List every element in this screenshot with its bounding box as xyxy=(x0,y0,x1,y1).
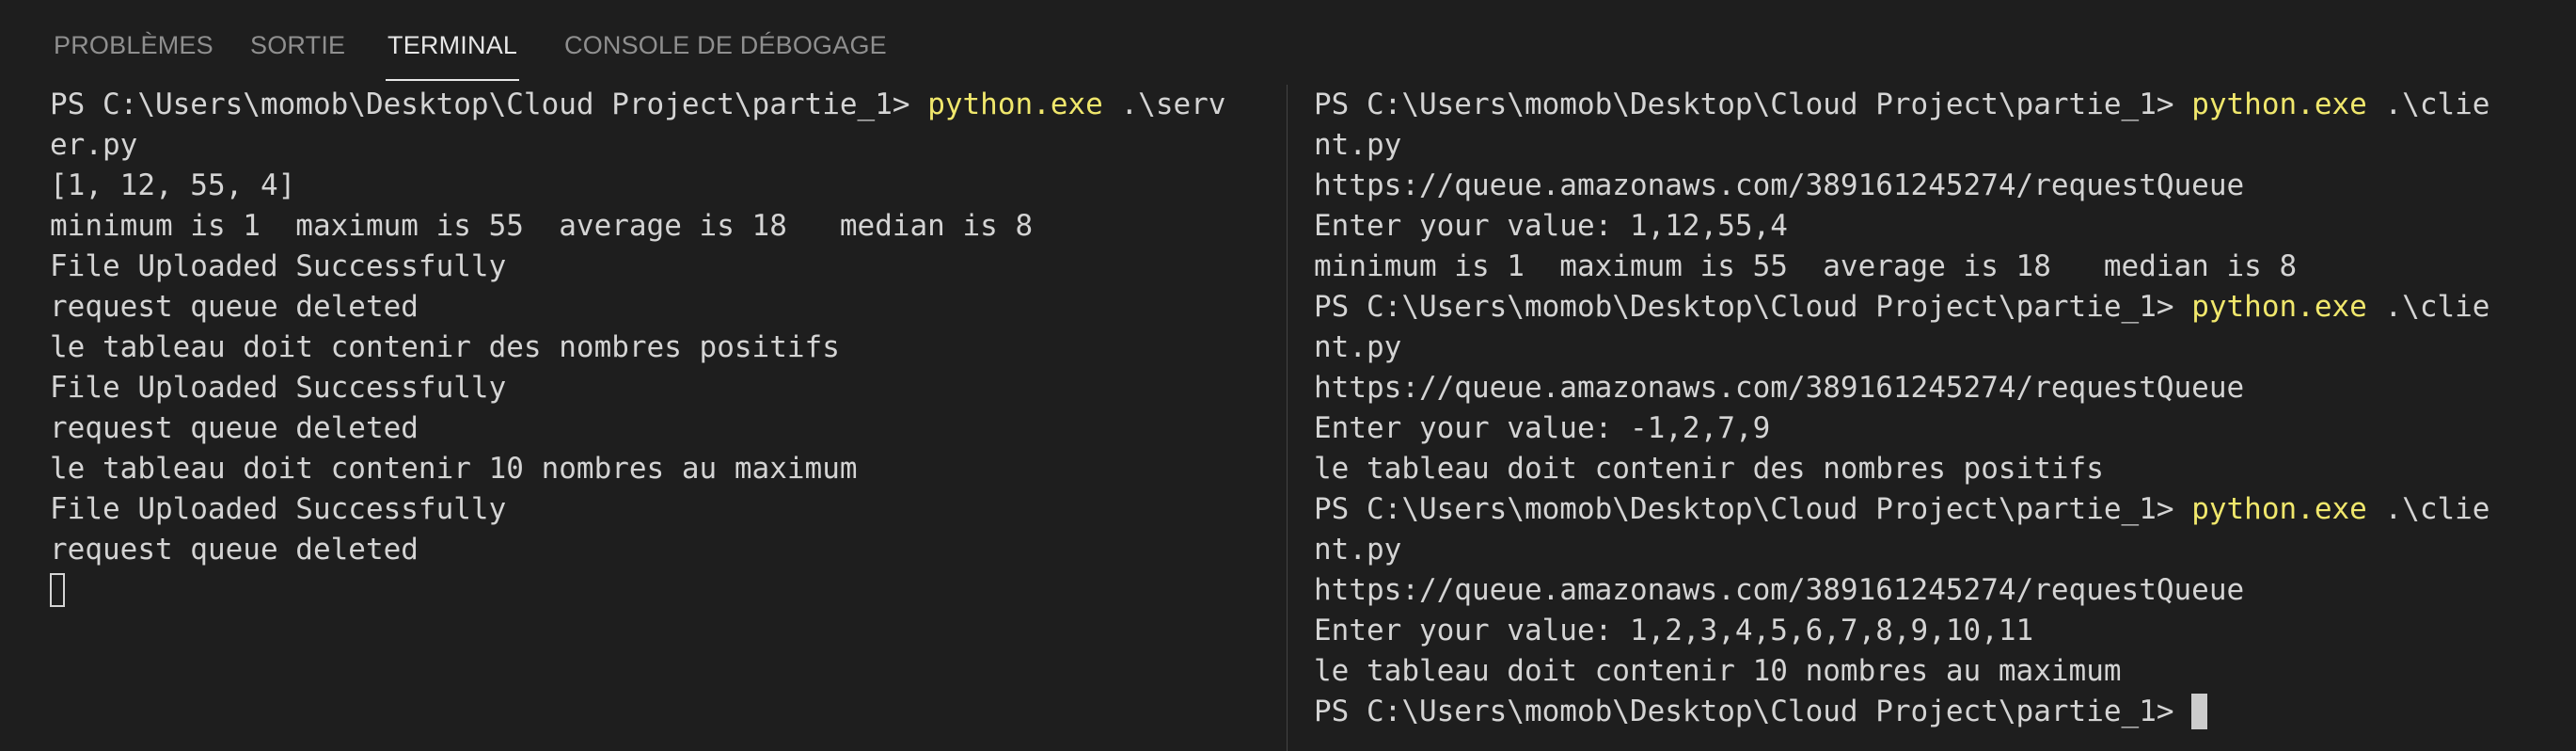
panel-tab-bar: PROBLÈMES SORTIE TERMINAL CONSOLE DE DÉB… xyxy=(0,0,2576,83)
terminal-line: File Uploaded Successfully xyxy=(50,371,507,405)
tab-output[interactable]: SORTIE xyxy=(250,0,345,83)
prompt-text: PS C:\Users\momob\Desktop\Cloud Project\… xyxy=(1314,88,2192,121)
terminal-line: request queue deleted xyxy=(50,290,419,324)
terminal-line: https://queue.amazonaws.com/389161245274… xyxy=(1314,168,2245,202)
tab-problems[interactable]: PROBLÈMES xyxy=(54,0,213,83)
terminal-line: request queue deleted xyxy=(50,533,419,567)
terminal-line: le tableau doit contenir 10 nombres au m… xyxy=(50,452,858,486)
prompt-text: PS C:\Users\momob\Desktop\Cloud Project\… xyxy=(1314,695,2192,728)
terminal-pane-server[interactable]: PS C:\Users\momob\Desktop\Cloud Project\… xyxy=(0,85,1287,751)
terminal-line: Enter your value: 1,2,3,4,5,6,7,8,9,10,1… xyxy=(1314,614,2034,647)
terminal-cursor xyxy=(2191,693,2208,729)
terminal-line: PS C:\Users\momob\Desktop\Cloud Project\… xyxy=(1314,489,2489,530)
terminal-line: nt.py xyxy=(1314,533,1402,567)
command-args: .\clie xyxy=(2366,88,2490,121)
prompt-text: PS C:\Users\momob\Desktop\Cloud Project\… xyxy=(1314,492,2192,526)
terminal-line: request queue deleted xyxy=(50,411,419,445)
command-args: .\clie xyxy=(2366,492,2490,526)
terminal-output: PS C:\Users\momob\Desktop\Cloud Project\… xyxy=(50,85,1225,611)
terminal-input-line[interactable]: PS C:\Users\momob\Desktop\Cloud Project\… xyxy=(1314,692,2489,732)
terminal-line: er.py xyxy=(50,128,138,162)
terminal-line: https://queue.amazonaws.com/389161245274… xyxy=(1314,371,2245,405)
terminal-input-line[interactable] xyxy=(50,570,1225,611)
command-text: python.exe xyxy=(2191,290,2367,324)
terminal-line: PS C:\Users\momob\Desktop\Cloud Project\… xyxy=(1314,85,2489,125)
terminal-line: nt.py xyxy=(1314,128,1402,162)
terminal-cursor xyxy=(50,572,65,607)
tab-terminal[interactable]: TERMINAL xyxy=(385,0,520,83)
command-text: python.exe xyxy=(2191,88,2367,121)
command-text: python.exe xyxy=(2191,492,2367,526)
terminal-line: le tableau doit contenir 10 nombres au m… xyxy=(1314,654,2122,688)
command-text: python.exe xyxy=(927,88,1103,121)
terminal-line: https://queue.amazonaws.com/389161245274… xyxy=(1314,573,2245,607)
command-args: .\clie xyxy=(2366,290,2490,324)
terminal-line: File Uploaded Successfully xyxy=(50,492,507,526)
terminal-output: PS C:\Users\momob\Desktop\Cloud Project\… xyxy=(1314,85,2489,732)
terminal-line: le tableau doit contenir des nombres pos… xyxy=(1314,452,2104,486)
terminal-pane-client[interactable]: PS C:\Users\momob\Desktop\Cloud Project\… xyxy=(1288,85,2576,751)
command-args: .\serv xyxy=(1102,88,1226,121)
terminal-line: PS C:\Users\momob\Desktop\Cloud Project\… xyxy=(1314,287,2489,328)
terminal-line: minimum is 1 maximum is 55 average is 18… xyxy=(1314,249,2298,283)
prompt-text: PS C:\Users\momob\Desktop\Cloud Project\… xyxy=(50,88,928,121)
terminal-line: nt.py xyxy=(1314,330,1402,364)
terminal-line: Enter your value: -1,2,7,9 xyxy=(1314,411,1771,445)
prompt-text: PS C:\Users\momob\Desktop\Cloud Project\… xyxy=(1314,290,2192,324)
terminal-line: minimum is 1 maximum is 55 average is 18… xyxy=(50,209,1034,243)
split-divider[interactable] xyxy=(1287,85,1288,751)
terminal-line: PS C:\Users\momob\Desktop\Cloud Project\… xyxy=(50,85,1225,125)
terminal-line: File Uploaded Successfully xyxy=(50,249,507,283)
terminal-line: le tableau doit contenir des nombres pos… xyxy=(50,330,840,364)
terminal-line: [1, 12, 55, 4] xyxy=(50,168,296,202)
tab-debug-console[interactable]: CONSOLE DE DÉBOGAGE xyxy=(564,0,887,83)
terminal-line: Enter your value: 1,12,55,4 xyxy=(1314,209,1788,243)
